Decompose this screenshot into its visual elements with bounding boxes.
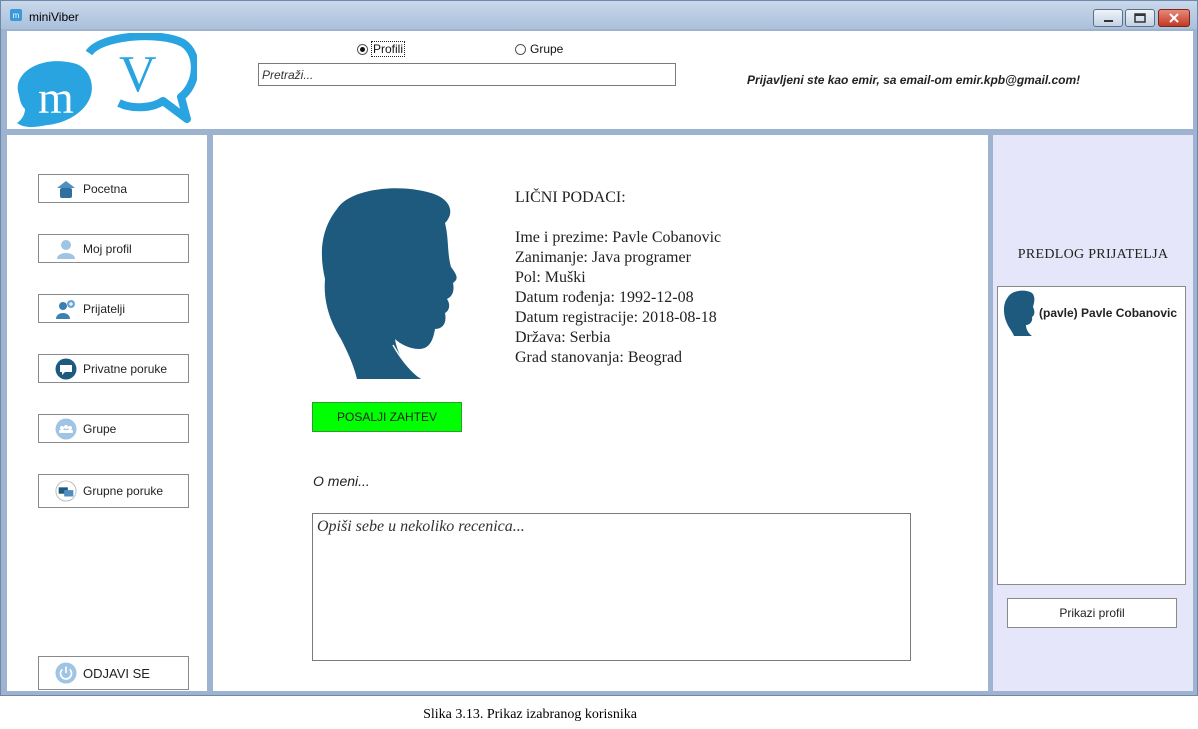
title-bar[interactable]: m miniViber [1,1,1197,29]
radio-grupe-label: Grupe [530,42,564,56]
about-me-label: O meni... [313,473,370,489]
logout-label: ODJAVI SE [83,665,150,681]
friend-suggestions-list[interactable]: (pavle) Pavle Cobanovic [997,286,1186,585]
info-country: Država: Serbia [515,329,611,346]
power-icon [55,662,77,684]
nav-pocetna-button[interactable]: Pocetna [38,174,189,203]
friend-suggestions-panel: PREDLOG PRIJATELJA (pavle) Pavle Cobanov… [993,135,1193,691]
info-registration-date: Datum registracije: 2018-08-18 [515,309,717,326]
header-bar: m V Profili Grupe Prijavljeni ste kao em… [7,31,1193,129]
minimize-button[interactable] [1093,9,1123,27]
profile-avatar-silhouette [321,188,457,379]
info-city: Grad stanovanja: Beograd [515,349,683,366]
app-window: m miniViber m V Profili Grupe Prijavljen… [0,0,1198,696]
radio-grupe[interactable]: Grupe [515,42,563,56]
figure-caption: Slika 3.13. Prikaz izabranog korisnika [423,707,637,722]
chat-icon [55,358,77,380]
svg-text:m: m [13,11,20,20]
group-chat-icon [55,480,77,502]
profile-panel: LIČNI PODACI: Ime i prezime: Pavle Coban… [213,135,988,691]
send-friend-request-button[interactable]: POSALJI ZAHTEV [312,402,462,432]
user-icon [55,238,77,260]
nav-grupe-button[interactable]: Grupe [38,414,189,443]
home-icon [55,178,77,200]
radio-profili[interactable]: Profili [357,41,406,57]
close-button[interactable] [1158,9,1190,27]
nav-pocetna-label: Pocetna [83,181,128,196]
radio-unselected-icon [515,43,526,55]
friend-suggestions-title: PREDLOG PRIJATELJA [1017,247,1169,262]
nav-prijatelji-label: Prijatelji [83,301,126,316]
nav-moj-profil-label: Moj profil [83,241,132,256]
friends-icon [55,298,77,320]
nav-privatne-poruke-label: Privatne poruke [83,361,168,376]
suggestion-name: (pavle) Pavle Cobanovic [1039,306,1178,320]
logo-letter-v: V [119,46,157,103]
nav-prijatelji-button[interactable]: Prijatelji [38,294,189,323]
maximize-button[interactable] [1125,9,1155,27]
list-item[interactable]: (pavle) Pavle Cobanovic [1002,289,1177,337]
show-profile-button[interactable]: Prikazi profil [1007,598,1177,628]
about-me-textarea[interactable] [312,513,911,661]
nav-moj-profil-button[interactable]: Moj profil [38,234,189,263]
nav-privatne-poruke-button[interactable]: Privatne poruke [38,354,189,383]
info-gender: Pol: Muški [515,269,586,286]
close-icon [1169,13,1179,23]
minimize-icon [1104,20,1113,22]
suggestion-avatar-icon [1003,290,1035,336]
miniviber-logo: m V [17,33,197,127]
radio-profili-label: Profili [370,41,406,57]
info-occupation: Zanimanje: Java programer [515,249,691,266]
app-icon: m [10,9,22,21]
personal-info: LIČNI PODACI: Ime i prezime: Pavle Coban… [515,188,721,368]
group-icon [55,418,77,440]
logout-button[interactable]: ODJAVI SE [38,656,189,690]
sidebar: Pocetna Moj profil Prijatelji Privatne p… [7,135,207,691]
logo-letter-m: m [38,72,74,123]
radio-selected-icon [357,43,368,55]
personal-info-title: LIČNI PODACI: [515,189,626,206]
nav-grupe-label: Grupe [83,421,117,436]
search-input[interactable] [258,63,676,86]
nav-grupne-poruke-button[interactable]: Grupne poruke [38,474,189,508]
nav-grupne-poruke-label: Grupne poruke [83,484,164,498]
maximize-icon [1134,13,1146,23]
logged-in-status: Prijavljeni ste kao emir, sa email-om em… [747,73,1081,87]
info-birth-date: Datum rođenja: 1992-12-08 [515,289,694,306]
window-title: miniViber [29,10,79,24]
info-full-name: Ime i prezime: Pavle Cobanovic [515,229,722,246]
